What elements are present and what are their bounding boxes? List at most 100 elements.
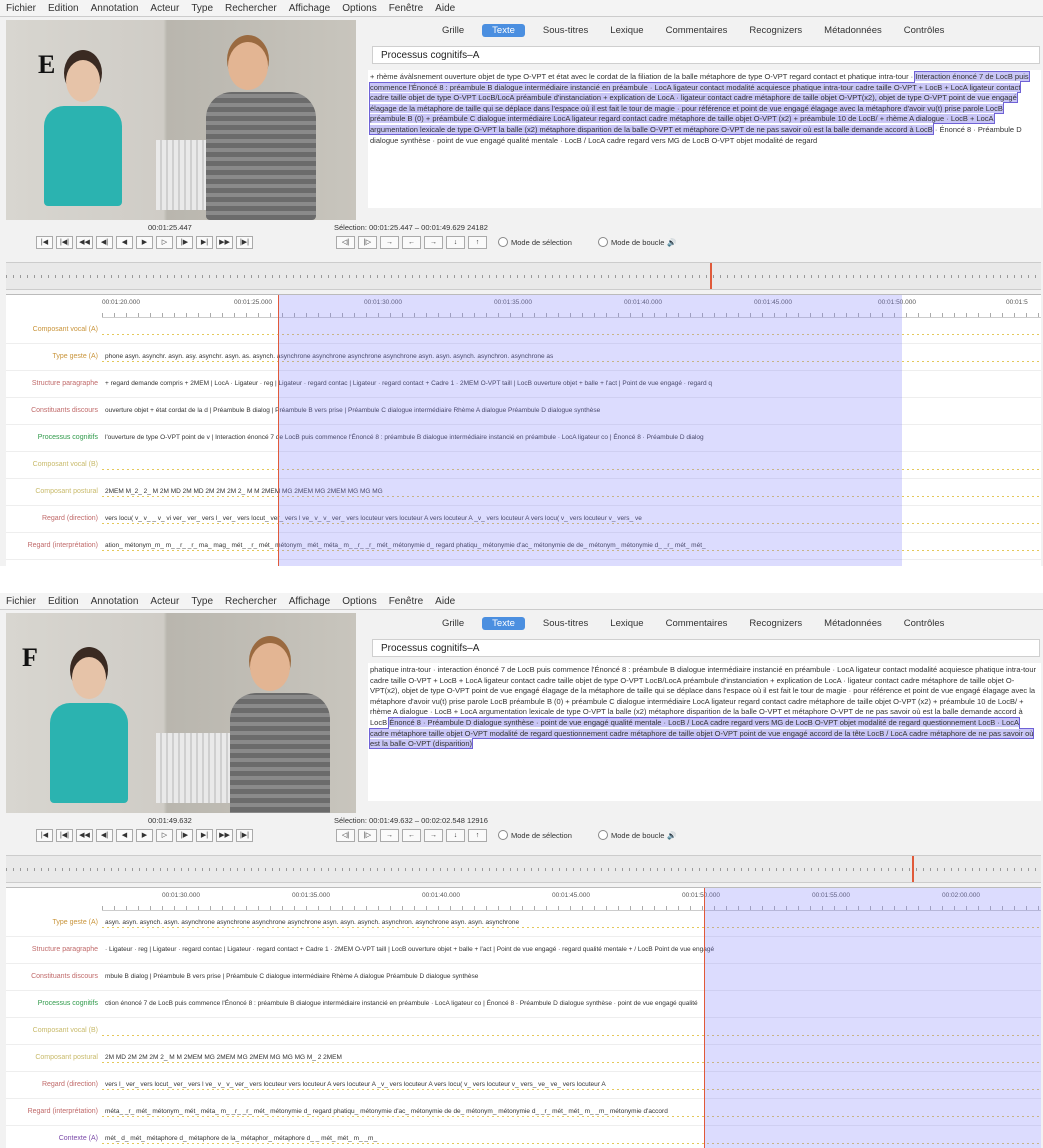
- tier-name[interactable]: Contexte (A): [6, 1126, 102, 1148]
- crosshair[interactable]: [278, 295, 279, 566]
- menu-rechercher[interactable]: Rechercher: [225, 596, 277, 607]
- go-end-button[interactable]: |▶|: [236, 829, 253, 842]
- prev-second-button[interactable]: ◀◀: [76, 236, 93, 249]
- next-ms-button[interactable]: ▷: [156, 829, 173, 842]
- menu-type[interactable]: Type: [191, 596, 213, 607]
- tier-name[interactable]: Composant postural: [6, 1045, 102, 1072]
- tier-name[interactable]: Composant vocal (A): [6, 317, 102, 344]
- tab-controles[interactable]: Contrôles: [900, 24, 949, 37]
- tab-texte[interactable]: Texte: [482, 617, 525, 630]
- tab-sous-titres[interactable]: Sous-titres: [539, 617, 592, 630]
- next-second-button[interactable]: ▶|: [196, 829, 213, 842]
- menu-acteur[interactable]: Acteur: [150, 3, 179, 14]
- menu-fenetre[interactable]: Fenêtre: [389, 596, 423, 607]
- tab-sous-titres[interactable]: Sous-titres: [539, 24, 592, 37]
- prev-scroll-button[interactable]: |◀|: [56, 236, 73, 249]
- annotation-timeline[interactable]: 00:01:20.000 00:01:25.000 00:01:30.000 0…: [6, 294, 1041, 566]
- menu-edition[interactable]: Edition: [48, 596, 79, 607]
- prev-frame-button[interactable]: ◀|: [96, 829, 113, 842]
- go-start-button[interactable]: |◀: [36, 829, 53, 842]
- menu-type[interactable]: Type: [191, 3, 213, 14]
- tier-row[interactable]: asyn. asyn. asynch. asyn. asynchrone asy…: [102, 910, 1041, 937]
- tier-up-button[interactable]: ↑: [468, 829, 487, 842]
- tier-row[interactable]: [102, 317, 1041, 344]
- tier-name[interactable]: Type geste (A): [6, 910, 102, 937]
- tab-controles[interactable]: Contrôles: [900, 617, 949, 630]
- tier-name[interactable]: Regard (direction): [6, 506, 102, 533]
- tab-recognizers[interactable]: Recognizers: [745, 617, 806, 630]
- tier-name[interactable]: Type geste (A): [6, 344, 102, 371]
- overview-cursor[interactable]: [912, 856, 914, 882]
- menu-edition[interactable]: Edition: [48, 3, 79, 14]
- menu-acteur[interactable]: Acteur: [150, 596, 179, 607]
- clear-selection-button[interactable]: |▷: [358, 236, 377, 249]
- prev-ms-button[interactable]: ◀: [116, 829, 133, 842]
- loop-mode-toggle[interactable]: Mode de boucle 🔊: [598, 830, 677, 840]
- tier-name[interactable]: Constituants discours: [6, 398, 102, 425]
- next-frame-button[interactable]: |▶: [176, 829, 193, 842]
- tier-name[interactable]: Constituants discours: [6, 964, 102, 991]
- tier-row[interactable]: mét_ d_ mét_ métaphore d_ métaphore de l…: [102, 1126, 1041, 1148]
- next-frame-button[interactable]: |▶: [176, 236, 193, 249]
- tab-commentaires[interactable]: Commentaires: [662, 24, 732, 37]
- tier-name[interactable]: Structure paragraphe: [6, 371, 102, 398]
- menu-affichage[interactable]: Affichage: [289, 596, 331, 607]
- video-player[interactable]: F: [6, 613, 356, 813]
- prev-second-button[interactable]: ◀◀: [76, 829, 93, 842]
- next-scroll-button[interactable]: ▶▶: [216, 829, 233, 842]
- menu-aide[interactable]: Aide: [435, 3, 455, 14]
- next-second-button[interactable]: ▶|: [196, 236, 213, 249]
- timeline-overview[interactable]: [6, 855, 1041, 883]
- tier-row[interactable]: · Ligateur · reg | Ligateur · regard con…: [102, 937, 1041, 964]
- crosshair[interactable]: [704, 888, 705, 1148]
- tier-row[interactable]: l'ouverture de type O-VPT point de v | I…: [102, 425, 1041, 452]
- tier-row[interactable]: ation_ métonym_m_ m_ _r_ _r_ ma_ mag_ mé…: [102, 533, 1041, 560]
- next-annotation-button[interactable]: →: [424, 829, 443, 842]
- next-scroll-button[interactable]: ▶▶: [216, 236, 233, 249]
- go-start-button[interactable]: |◀: [36, 236, 53, 249]
- menu-annotation[interactable]: Annotation: [91, 3, 139, 14]
- volume-icon[interactable]: 🔊: [667, 831, 676, 840]
- tier-row[interactable]: [102, 452, 1041, 479]
- prev-frame-button[interactable]: ◀|: [96, 236, 113, 249]
- tier-row[interactable]: ouverture objet + état cordat de la d | …: [102, 398, 1041, 425]
- next-ms-button[interactable]: ▷: [156, 236, 173, 249]
- loop-mode-toggle[interactable]: Mode de boucle 🔊: [598, 237, 677, 247]
- tier-row[interactable]: mbule B dialog | Préambule B vers prise …: [102, 964, 1041, 991]
- text-viewer[interactable]: phatique intra-tour · interaction énoncé…: [368, 663, 1041, 801]
- menu-fenetre[interactable]: Fenêtre: [389, 3, 423, 14]
- tier-row[interactable]: vers locu( v_ v_ _ v_ vi ver_ ver_ vers …: [102, 506, 1041, 533]
- play-button[interactable]: ▶: [136, 829, 153, 842]
- tier-row[interactable]: + regard demande compris + 2MEM | LocA ·…: [102, 371, 1041, 398]
- tab-recognizers[interactable]: Recognizers: [745, 24, 806, 37]
- clear-selection-button[interactable]: |▷: [358, 829, 377, 842]
- menu-options[interactable]: Options: [342, 596, 376, 607]
- annotation-timeline[interactable]: 00:01:30.000 00:01:35.000 00:01:40.000 0…: [6, 887, 1041, 1148]
- tier-row[interactable]: phone asyn. asynchr. asyn. asy. asynchr.…: [102, 344, 1041, 371]
- menu-fichier[interactable]: Fichier: [6, 596, 36, 607]
- tab-grille[interactable]: Grille: [438, 24, 468, 37]
- tab-commentaires[interactable]: Commentaires: [662, 617, 732, 630]
- tier-select[interactable]: Processus cognitifs–A: [372, 46, 1040, 64]
- selection-mode-toggle[interactable]: Mode de sélection: [498, 830, 572, 840]
- tier-name[interactable]: Processus cognitifs: [6, 425, 102, 452]
- tier-name[interactable]: Processus cognitifs: [6, 991, 102, 1018]
- prev-annotation-button[interactable]: ←: [402, 236, 421, 249]
- prev-ms-button[interactable]: ◀: [116, 236, 133, 249]
- video-player[interactable]: E: [6, 20, 356, 220]
- tier-name[interactable]: Composant vocal (B): [6, 452, 102, 479]
- tier-row[interactable]: méta_ _r_ mét_ métonym_ mét_ méta_ m_ _r…: [102, 1099, 1041, 1126]
- menu-rechercher[interactable]: Rechercher: [225, 3, 277, 14]
- menu-options[interactable]: Options: [342, 3, 376, 14]
- tier-row[interactable]: 2MEM M_2_ 2_ M 2M MD 2M MD 2M 2M 2M 2_ M…: [102, 479, 1041, 506]
- tab-lexique[interactable]: Lexique: [606, 617, 647, 630]
- tier-row[interactable]: ction énoncé 7 de LocB puis commence l'É…: [102, 991, 1041, 1018]
- tier-down-button[interactable]: ↓: [446, 236, 465, 249]
- tier-row[interactable]: 2M MD 2M 2M 2M 2_ M M 2MEM MG 2MEM MG 2M…: [102, 1045, 1041, 1072]
- play-button[interactable]: ▶: [136, 236, 153, 249]
- menu-affichage[interactable]: Affichage: [289, 3, 331, 14]
- play-selection-button[interactable]: ◁|: [336, 236, 355, 249]
- tier-up-button[interactable]: ↑: [468, 236, 487, 249]
- prev-scroll-button[interactable]: |◀|: [56, 829, 73, 842]
- tier-name[interactable]: Regard (interprétation): [6, 533, 102, 560]
